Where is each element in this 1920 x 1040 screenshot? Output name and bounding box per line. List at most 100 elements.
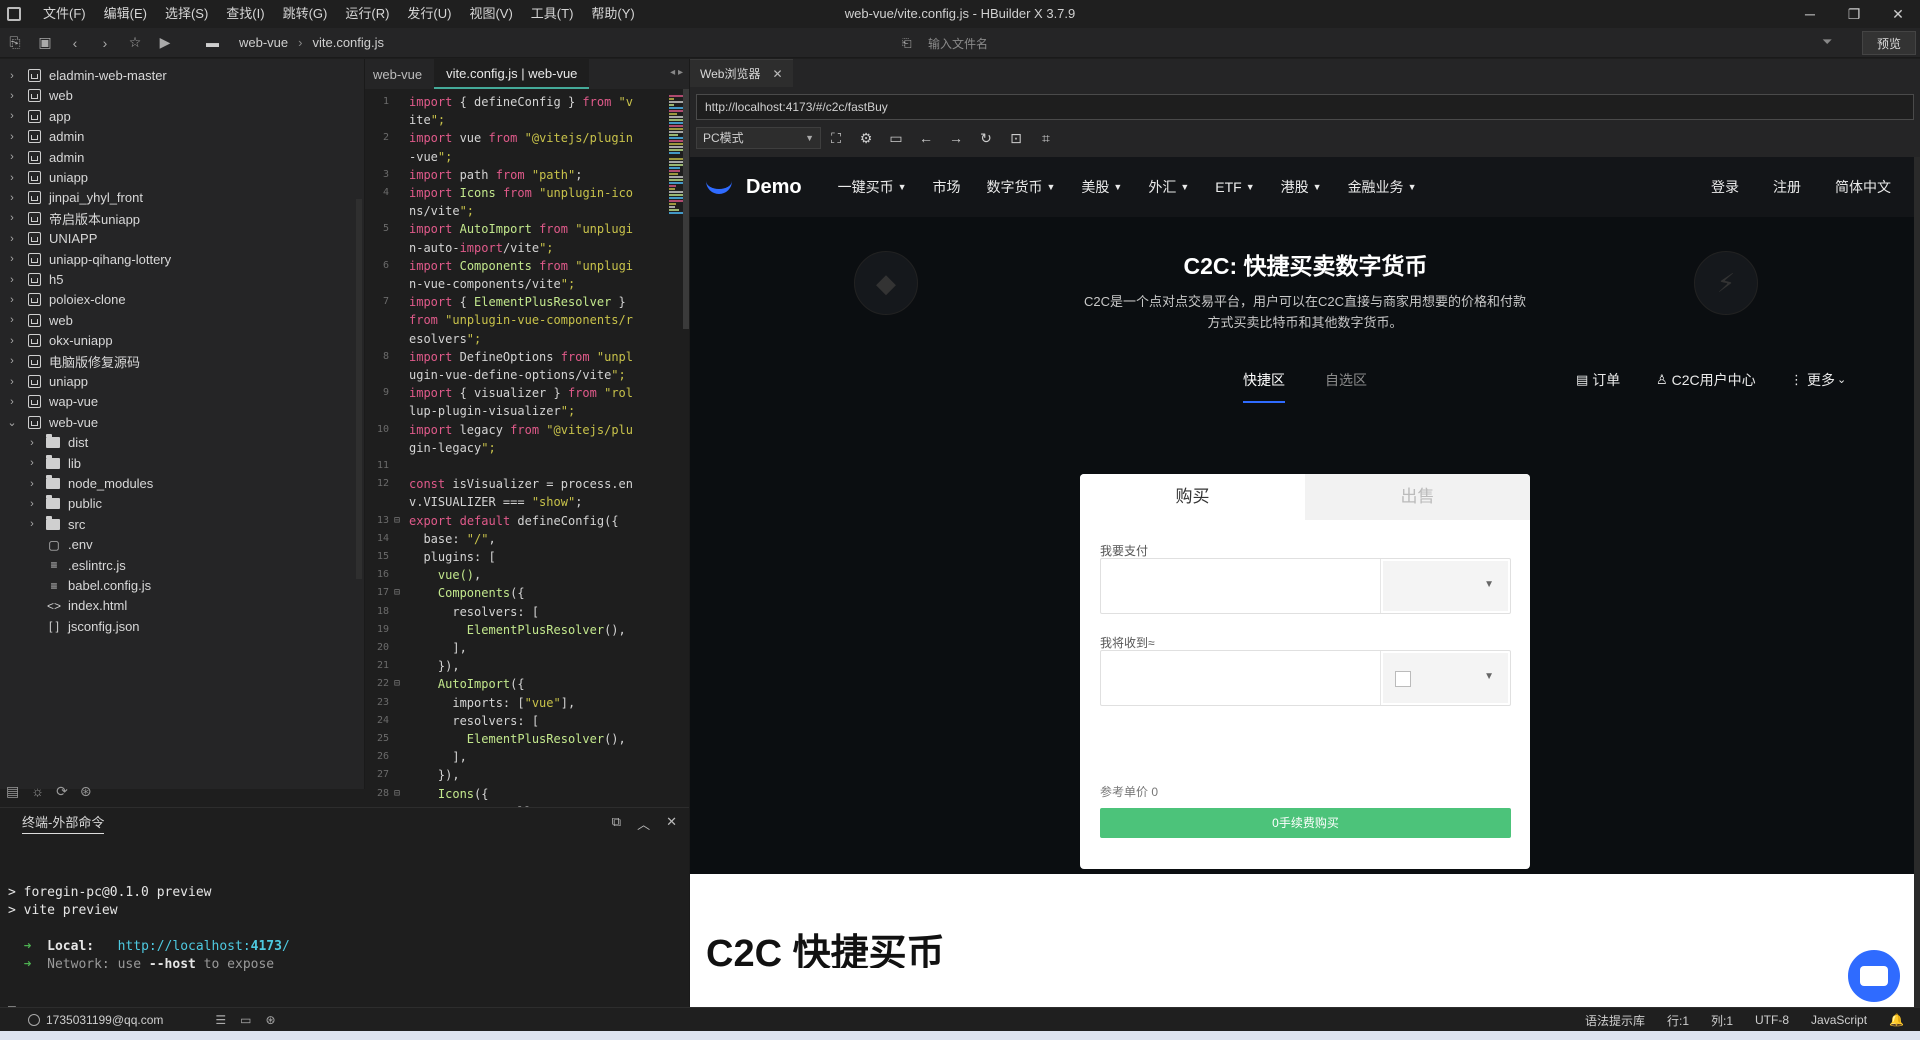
chevron-right-icon[interactable]: › bbox=[6, 110, 18, 122]
refresh-icon[interactable]: ↻ bbox=[971, 130, 1001, 147]
screenshot-icon[interactable]: ⛶ bbox=[821, 130, 851, 147]
code-line[interactable]: 21 }), bbox=[365, 657, 665, 675]
code-line[interactable]: 11 bbox=[365, 457, 665, 475]
close-tab-icon[interactable]: ✕ bbox=[772, 67, 782, 81]
chevron-right-icon[interactable]: › bbox=[26, 518, 38, 530]
c2c-center-link[interactable]: ♙ C2C用户中心 bbox=[1656, 367, 1756, 393]
list-icon[interactable]: ☰ bbox=[215, 1013, 226, 1027]
code-line[interactable]: 22 ⊟ AutoImport({ bbox=[365, 675, 665, 693]
code-line[interactable]: 7 import { ElementPlusResolver } bbox=[365, 293, 665, 311]
nav-item[interactable]: 一键买币 ▼ bbox=[838, 177, 907, 197]
chevron-right-icon[interactable]: › bbox=[6, 212, 18, 224]
device-mode-select[interactable]: PC模式 ▼ bbox=[696, 127, 821, 149]
pay-amount-input[interactable] bbox=[1101, 559, 1381, 613]
chevron-right-icon[interactable]: › bbox=[26, 457, 38, 469]
git-icon[interactable]: ⟳ bbox=[56, 783, 68, 800]
nav-item[interactable]: 市场 bbox=[933, 177, 961, 197]
code-line[interactable]: 16 vue(), bbox=[365, 566, 665, 584]
menu-item[interactable]: 帮助(Y) bbox=[582, 0, 643, 28]
run-icon[interactable]: ▶ bbox=[150, 28, 180, 58]
code-line[interactable]: n-auto-import/vite"; bbox=[365, 239, 665, 257]
tab-buy[interactable]: 购买 bbox=[1080, 474, 1305, 520]
code-line[interactable]: ns/vite"; bbox=[365, 202, 665, 220]
code-line[interactable]: lup-plugin-visualizer"; bbox=[365, 402, 665, 420]
code-line[interactable]: ite"; bbox=[365, 111, 665, 129]
terminal-tab[interactable]: 终端-外部命令 bbox=[22, 812, 105, 834]
nav-item[interactable]: 港股 ▼ bbox=[1281, 177, 1322, 197]
user-account[interactable]: 1735031199@qq.com bbox=[28, 1013, 163, 1027]
browser-scrollbar[interactable] bbox=[1914, 157, 1920, 1007]
settings-icon[interactable]: ⚙ bbox=[851, 130, 881, 147]
lock-icon[interactable]: ⊡ bbox=[1001, 130, 1031, 147]
menu-item[interactable]: 工具(T) bbox=[522, 0, 583, 28]
debug-icon[interactable]: ☼ bbox=[31, 783, 44, 799]
chevron-right-icon[interactable]: › bbox=[6, 233, 18, 245]
close-icon[interactable]: ✕ bbox=[1876, 0, 1920, 28]
chevron-right-icon[interactable]: › bbox=[26, 478, 38, 490]
login-link[interactable]: 登录 bbox=[1711, 177, 1739, 197]
notification-icon[interactable]: 🔔 bbox=[1889, 1013, 1904, 1027]
chevron-right-icon[interactable]: › bbox=[6, 274, 18, 286]
chevron-right-icon[interactable]: › bbox=[6, 314, 18, 326]
code-line[interactable]: 26 ], bbox=[365, 748, 665, 766]
code-line[interactable]: from "unplugin-vue-components/r bbox=[365, 311, 665, 329]
forward-icon[interactable]: › bbox=[90, 28, 120, 58]
menu-item[interactable]: 运行(R) bbox=[336, 0, 398, 28]
forward-arrow-icon[interactable]: → bbox=[941, 130, 971, 146]
plugins-icon[interactable]: ⊛ bbox=[80, 783, 92, 800]
tree-item[interactable]: [ ] jsconfig.json bbox=[0, 614, 140, 639]
code-line[interactable]: gin-legacy"; bbox=[365, 439, 665, 457]
breadcrumb-file[interactable]: vite.config.js bbox=[312, 35, 384, 50]
terminal-icon[interactable]: ▭ bbox=[240, 1013, 251, 1027]
code-line[interactable]: n-vue-components/vite"; bbox=[365, 275, 665, 293]
collapse-icon[interactable]: ︿ bbox=[637, 814, 650, 833]
code-line[interactable]: 10 import legacy from "@vitejs/plu bbox=[365, 421, 665, 439]
minimize-icon[interactable]: ─ bbox=[1788, 0, 1832, 28]
plugin-icon[interactable]: ⊛ bbox=[266, 1013, 276, 1027]
orders-link[interactable]: ▤ 订单 bbox=[1576, 367, 1620, 393]
tab-vite-config[interactable]: vite.config.js | web-vue bbox=[434, 59, 590, 89]
pay-currency-select[interactable]: ▼ bbox=[1383, 561, 1508, 611]
more-menu[interactable]: ⋮ 更多 ⌄ bbox=[1790, 367, 1846, 393]
back-arrow-icon[interactable]: ← bbox=[911, 130, 941, 146]
code-line[interactable]: 4 import Icons from "unplugin-ico bbox=[365, 184, 665, 202]
code-line[interactable]: 19 ElementPlusResolver(), bbox=[365, 621, 665, 639]
fold-icon[interactable]: ⊟ bbox=[391, 785, 403, 803]
code-line[interactable]: 14 base: "/", bbox=[365, 530, 665, 548]
close-terminal-icon[interactable]: ✕ bbox=[666, 814, 677, 833]
file-search-input[interactable]: ⎗ 输入文件名 bbox=[902, 31, 1662, 55]
code-line[interactable]: 27 }), bbox=[365, 766, 665, 784]
breadcrumb-project[interactable]: web-vue bbox=[239, 35, 288, 50]
buy-button[interactable]: 0手续费购买 bbox=[1100, 808, 1511, 838]
chevron-right-icon[interactable]: › bbox=[6, 396, 18, 408]
tab-custom[interactable]: 自选区 bbox=[1325, 367, 1367, 403]
chevron-right-icon[interactable]: › bbox=[6, 172, 18, 184]
star-icon[interactable]: ☆ bbox=[120, 28, 150, 58]
chevron-down-icon[interactable]: ⌄ bbox=[6, 416, 18, 429]
language-link[interactable]: 简体中文 bbox=[1835, 177, 1891, 197]
brand[interactable]: Demo bbox=[706, 176, 802, 199]
chevron-right-icon[interactable]: › bbox=[6, 192, 18, 204]
nav-item[interactable]: 数字货币 ▼ bbox=[987, 177, 1056, 197]
chevron-right-icon[interactable]: › bbox=[6, 131, 18, 143]
code-line[interactable]: ugin-vue-define-options/vite"; bbox=[365, 366, 665, 384]
code-line[interactable]: 3 import path from "path"; bbox=[365, 166, 665, 184]
menu-item[interactable]: 发行(U) bbox=[398, 0, 460, 28]
url-input[interactable]: http://localhost:4173/#/c2c/fastBuy bbox=[696, 94, 1914, 120]
code-line[interactable]: 2 import vue from "@vitejs/plugin bbox=[365, 129, 665, 147]
chevron-right-icon[interactable]: › bbox=[26, 437, 38, 449]
chevron-right-icon[interactable]: › bbox=[6, 70, 18, 82]
code-line[interactable]: 20 ], bbox=[365, 639, 665, 657]
code-line[interactable]: 28 ⊟ Icons({ bbox=[365, 785, 665, 803]
encoding[interactable]: UTF-8 bbox=[1755, 1013, 1789, 1027]
chevron-right-icon[interactable]: › bbox=[6, 355, 18, 367]
chevron-right-icon[interactable]: › bbox=[6, 335, 18, 347]
code-line[interactable]: 5 import AutoImport from "unplugi bbox=[365, 220, 665, 238]
restore-icon[interactable]: ❐ bbox=[1832, 0, 1876, 28]
filter-icon[interactable]: ⏷ bbox=[1822, 34, 1832, 50]
menu-item[interactable]: 跳转(G) bbox=[274, 0, 337, 28]
code-area[interactable]: 1 import { defineConfig } from "v ite"; 2 im… bbox=[365, 93, 665, 807]
preview-button[interactable]: 预览 bbox=[1862, 31, 1916, 55]
language-mode[interactable]: JavaScript bbox=[1811, 1013, 1867, 1027]
nav-item[interactable]: ETF ▼ bbox=[1215, 177, 1254, 197]
